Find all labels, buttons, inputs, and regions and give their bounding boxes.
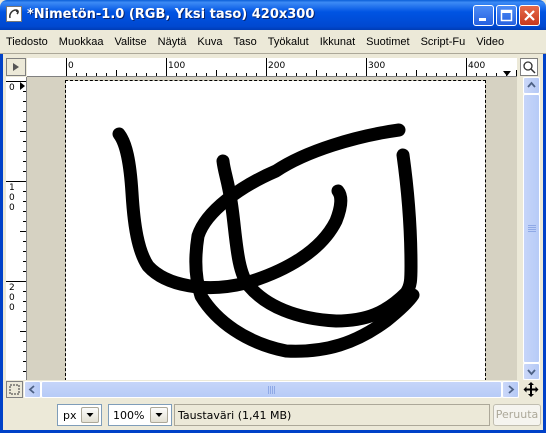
cancel-button[interactable]: Peruuta bbox=[493, 404, 541, 426]
chevron-down-icon bbox=[155, 413, 163, 417]
arrow-left-icon bbox=[28, 385, 35, 394]
gimp-image-window: *Nimetön-1.0 (RGB, Yksi taso) 420x300 Ti… bbox=[0, 0, 546, 433]
vertical-scroll-thumb[interactable] bbox=[523, 94, 540, 363]
menu-ikkunat[interactable]: Ikkunat bbox=[320, 36, 355, 48]
maximize-icon bbox=[500, 9, 513, 22]
close-button[interactable] bbox=[519, 5, 540, 26]
menu-suotimet[interactable]: Suotimet bbox=[366, 36, 409, 48]
scroll-left-button[interactable] bbox=[24, 381, 41, 398]
window-frame-left bbox=[0, 54, 3, 433]
menu-kuva[interactable]: Kuva bbox=[197, 36, 222, 48]
svg-text:0: 0 bbox=[9, 193, 15, 203]
zoom-selector[interactable]: 100% bbox=[108, 404, 172, 426]
image-menu-icon bbox=[13, 63, 19, 71]
scroll-right-button[interactable] bbox=[502, 381, 519, 398]
vruler-label-200: 200 bbox=[9, 283, 15, 313]
vruler-label-100: 100 bbox=[9, 183, 15, 213]
zoom-on-resize-button[interactable] bbox=[520, 58, 538, 76]
maximize-button[interactable] bbox=[496, 5, 517, 26]
unit-selector[interactable]: px bbox=[57, 404, 102, 426]
svg-text:1: 1 bbox=[9, 183, 15, 193]
title-bar[interactable]: *Nimetön-1.0 (RGB, Yksi taso) 420x300 bbox=[0, 0, 546, 30]
horizontal-scroll-thumb[interactable] bbox=[41, 381, 502, 398]
arrow-right-icon bbox=[508, 385, 515, 394]
scroll-up-button[interactable] bbox=[523, 77, 540, 94]
close-icon bbox=[524, 10, 535, 21]
svg-text:0: 0 bbox=[9, 293, 15, 303]
scroll-down-button[interactable] bbox=[523, 363, 540, 380]
status-message-area: Taustaväri (1,41 MB) bbox=[174, 404, 490, 426]
hruler-label-0: 0 bbox=[68, 61, 74, 71]
svg-text:2: 2 bbox=[9, 283, 15, 293]
move-cross-icon bbox=[523, 382, 539, 397]
arrow-up-icon bbox=[527, 81, 536, 88]
menu-tyokalut[interactable]: Työkalut bbox=[268, 36, 309, 48]
status-message: Taustaväri (1,41 MB) bbox=[178, 409, 292, 422]
hruler-label-100: 100 bbox=[168, 61, 185, 71]
chevron-down-icon bbox=[86, 413, 94, 417]
status-bar: px 100% Taustaväri (1,41 MB) Peruuta bbox=[0, 401, 546, 431]
svg-text:0: 0 bbox=[9, 303, 15, 313]
unit-value: px bbox=[63, 409, 77, 422]
arrow-down-icon bbox=[527, 369, 536, 376]
vruler-pointer-icon bbox=[20, 82, 25, 90]
horizontal-ruler[interactable]: 0 100 200 300 400 bbox=[27, 58, 517, 77]
zoom-dropdown-button[interactable] bbox=[150, 407, 168, 423]
menu-nayta[interactable]: Näytä bbox=[158, 36, 187, 48]
grip-icon bbox=[528, 225, 536, 233]
menu-taso[interactable]: Taso bbox=[233, 36, 256, 48]
menu-bar: Tiedosto Muokkaa Valitse Näytä Kuva Taso… bbox=[0, 31, 546, 53]
horizontal-scrollbar[interactable] bbox=[24, 381, 519, 398]
minimize-icon bbox=[479, 18, 486, 21]
image-menu-button[interactable] bbox=[6, 58, 26, 76]
menu-script-fu[interactable]: Script-Fu bbox=[421, 36, 466, 48]
vertical-ruler[interactable]: 0 100 200 bbox=[6, 77, 27, 380]
menu-tiedosto[interactable]: Tiedosto bbox=[6, 36, 48, 48]
hruler-label-400: 400 bbox=[468, 61, 485, 71]
gimp-app-icon[interactable] bbox=[6, 6, 22, 22]
menu-separator bbox=[0, 53, 546, 54]
hruler-label-200: 200 bbox=[268, 61, 285, 71]
menu-video[interactable]: Video bbox=[476, 36, 504, 48]
menu-muokkaa[interactable]: Muokkaa bbox=[59, 36, 104, 48]
navigate-button[interactable] bbox=[522, 381, 540, 398]
vruler-label-0: 0 bbox=[9, 83, 15, 93]
zoom-icon bbox=[523, 61, 536, 74]
hruler-label-300: 300 bbox=[368, 61, 385, 71]
vertical-scrollbar[interactable] bbox=[523, 77, 540, 380]
brush-strokes bbox=[112, 123, 420, 358]
window-title: *Nimetön-1.0 (RGB, Yksi taso) 420x300 bbox=[27, 7, 315, 22]
svg-text:0: 0 bbox=[9, 203, 15, 213]
menu-valitse[interactable]: Valitse bbox=[114, 36, 146, 48]
unit-dropdown-button[interactable] bbox=[81, 407, 99, 423]
horizontal-scroll-row bbox=[0, 381, 546, 398]
quick-mask-toggle[interactable] bbox=[6, 381, 23, 398]
minimize-button[interactable] bbox=[473, 5, 494, 26]
hruler-pointer-icon bbox=[503, 71, 511, 76]
canvas-area[interactable] bbox=[27, 77, 517, 380]
image-canvas[interactable] bbox=[65, 80, 486, 380]
zoom-value: 100% bbox=[113, 409, 145, 422]
grip-icon bbox=[268, 386, 276, 394]
quick-mask-icon bbox=[9, 384, 20, 395]
